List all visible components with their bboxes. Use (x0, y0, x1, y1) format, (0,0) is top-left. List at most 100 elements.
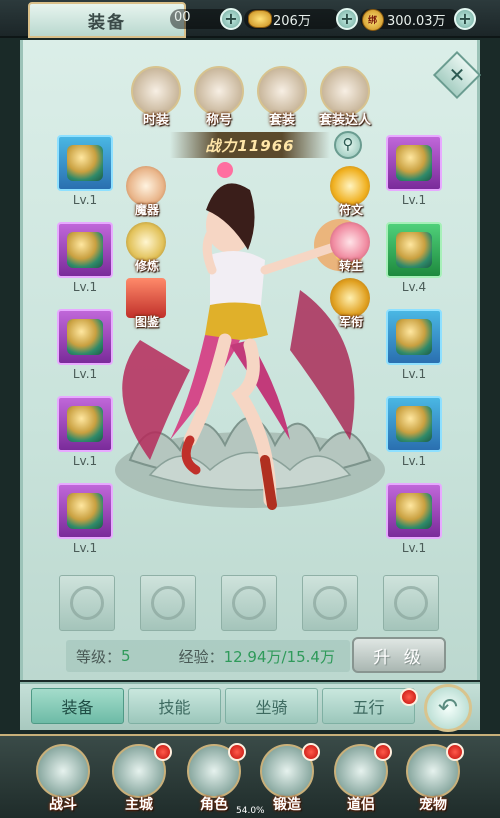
notification-dot (400, 688, 418, 706)
title-label: 称号 (205, 113, 232, 128)
nav-pet-label: 宠物 (419, 797, 447, 813)
gem-empty-icon (313, 586, 347, 620)
suit-master-button[interactable]: 套装达人 (314, 66, 376, 128)
back-arrow-icon: ↶ (437, 693, 459, 721)
necklace-slot[interactable] (57, 222, 113, 278)
nav-battle[interactable]: 战斗 (28, 740, 98, 816)
necklace-level: Lv.1 (72, 280, 98, 294)
tab-skills[interactable]: 技能 (128, 688, 221, 724)
exp-label: 经验： (178, 647, 224, 666)
gold-ingot-icon (248, 10, 272, 28)
add-currency1-button[interactable]: + (220, 8, 242, 30)
shoulder-armor-icon (67, 319, 103, 355)
gem-socket-5[interactable] (383, 575, 439, 631)
armor-icon (67, 493, 103, 529)
rune-button[interactable]: 符文 (328, 166, 374, 217)
level-value: 5 (121, 647, 131, 665)
boots-slot[interactable] (386, 483, 442, 539)
suit-master-label: 套装达人 (318, 113, 371, 128)
yin-yang-icon (126, 222, 166, 262)
tab-five-elements-label: 五行 (352, 698, 385, 717)
book-icon (126, 278, 166, 318)
suit-label: 套装 (268, 113, 295, 128)
tab-equipment[interactable]: 装备 (31, 688, 124, 724)
cultivation-label: 修炼 (134, 259, 159, 273)
currency2-value: 206万 (273, 14, 311, 29)
close-icon: ✕ (448, 63, 466, 87)
battle-icon (36, 744, 90, 798)
add-currency2-button[interactable]: + (336, 8, 358, 30)
gem-socket-2[interactable] (140, 575, 196, 631)
gem-empty-icon (232, 586, 266, 620)
weapon-level: Lv.1 (72, 193, 98, 207)
notification-dot (302, 743, 320, 761)
panel-title: 装备 (88, 12, 126, 33)
chest-armor-icon (396, 232, 432, 268)
armor-slot[interactable] (57, 483, 113, 539)
bracer-level: Lv.1 (72, 454, 98, 468)
tab-skills-label: 技能 (158, 698, 191, 717)
bracer-slot[interactable] (57, 396, 113, 452)
weapon-slot[interactable] (57, 135, 113, 191)
gem-socket-4[interactable] (302, 575, 358, 631)
tab-equipment-label: 装备 (61, 698, 94, 717)
notification-dot (374, 743, 392, 761)
shoulder-level: Lv.1 (72, 367, 98, 381)
helmet-slot[interactable] (386, 135, 442, 191)
rank-button[interactable]: 军衔 (328, 278, 374, 329)
back-button[interactable]: ↶ (424, 684, 472, 732)
rune-icon (330, 166, 370, 206)
ring-level: Lv.1 (401, 454, 427, 468)
level-exp-bar: 等级： 5 经验： 12.94万/15.4万 (66, 640, 350, 672)
gem-socket-3[interactable] (221, 575, 277, 631)
rank-icon (330, 278, 370, 318)
notification-dot (446, 743, 464, 761)
rebirth-button[interactable]: 转生 (328, 222, 374, 273)
magic-artifact-icon (126, 166, 166, 206)
gem-socket-1[interactable] (59, 575, 115, 631)
rank-label: 军衔 (338, 315, 363, 329)
add-currency3-button[interactable]: + (454, 8, 476, 30)
nav-battle-label: 战斗 (49, 797, 77, 813)
sword-icon (67, 145, 103, 181)
helmet-icon (396, 145, 432, 181)
codex-label: 图鉴 (134, 315, 159, 329)
helmet-level: Lv.1 (401, 193, 427, 207)
exp-value: 12.94万/15.4万 (223, 647, 335, 666)
cultivation-button[interactable]: 修炼 (124, 222, 170, 273)
peach-icon (330, 222, 370, 262)
rune-label: 符文 (338, 203, 363, 217)
upgrade-button[interactable]: 升 级 (352, 637, 446, 673)
bracer-icon (67, 406, 103, 442)
boots-level: Lv.1 (401, 541, 427, 555)
bound-label: 绑 (368, 16, 378, 26)
belt-icon (396, 319, 432, 355)
codex-button[interactable]: 图鉴 (124, 278, 170, 329)
panel-title-tab: 装备 (28, 2, 186, 38)
magic-artifact-label: 魔器 (134, 203, 159, 217)
tab-mount-label: 坐骑 (255, 698, 288, 717)
currency3-value: 300.03万 (387, 14, 446, 29)
fashion-button[interactable]: 时装 (127, 66, 185, 128)
upgrade-label: 升 级 (373, 647, 425, 668)
nav-partner-label: 道侣 (347, 797, 375, 813)
title-button[interactable]: 称号 (190, 66, 248, 128)
fashion-label: 时装 (142, 113, 169, 128)
tab-mount[interactable]: 坐骑 (225, 688, 318, 724)
chest-slot[interactable] (386, 222, 442, 278)
shoulder-slot[interactable] (57, 309, 113, 365)
gem-empty-icon (70, 586, 104, 620)
gem-empty-icon (151, 586, 185, 620)
necklace-icon (67, 232, 103, 268)
rebirth-label: 转生 (338, 259, 363, 273)
armor-level: Lv.1 (72, 541, 98, 555)
suit-button[interactable]: 套装 (253, 66, 311, 128)
belt-slot[interactable] (386, 309, 442, 365)
magic-artifact-button[interactable]: 魔器 (124, 166, 170, 217)
boots-icon (396, 493, 432, 529)
ring-slot[interactable] (386, 396, 442, 452)
loading-percent: 54.0% (236, 806, 265, 816)
notification-dot (228, 743, 246, 761)
gem-empty-icon (394, 586, 428, 620)
chest-level: Lv.4 (401, 280, 427, 294)
